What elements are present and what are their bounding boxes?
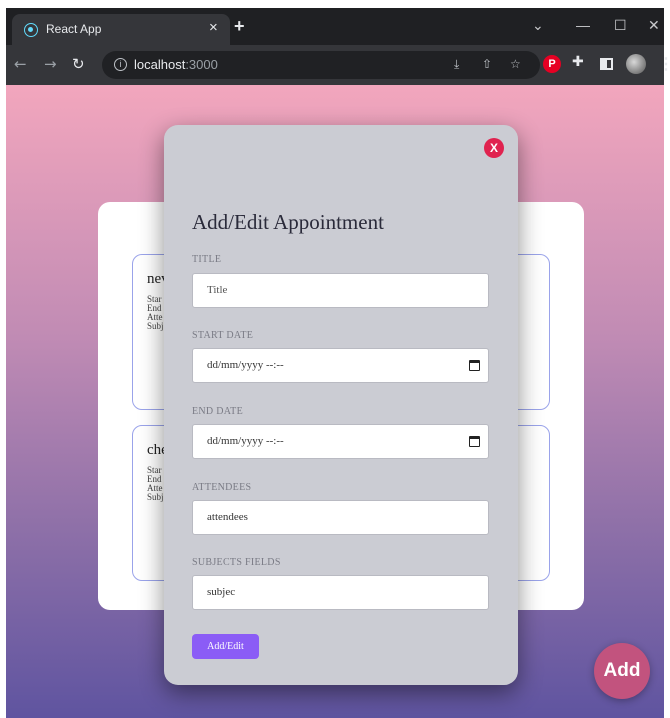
browser-tab-bar: React App × + ⌄ — ☐ ✕ bbox=[6, 8, 664, 45]
maximize-icon[interactable]: ☐ bbox=[614, 17, 627, 34]
extensions-puzzle-icon[interactable]: ✚ bbox=[572, 54, 590, 72]
back-arrow-icon[interactable]: ← bbox=[14, 55, 27, 73]
share-icon[interactable]: ⇧ bbox=[482, 57, 492, 71]
attendees-label: ATTENDEES bbox=[192, 482, 252, 493]
tab-search-icon[interactable]: ⌄ bbox=[532, 17, 544, 34]
tab-title: React App bbox=[46, 22, 102, 36]
appointment-details: Star End Atte Subj bbox=[147, 465, 164, 502]
forward-arrow-icon[interactable]: → bbox=[44, 55, 57, 73]
attendees-input[interactable]: attendees bbox=[192, 500, 489, 535]
minimize-icon[interactable]: — bbox=[576, 17, 590, 33]
appointment-details: Star End Atte Subj bbox=[147, 294, 164, 331]
end-date-value: dd/mm/yyyy --:-- bbox=[207, 435, 284, 447]
start-date-label: START DATE bbox=[192, 330, 254, 341]
subjects-input[interactable]: subjec bbox=[192, 575, 489, 610]
install-app-icon[interactable]: ⤓ bbox=[454, 57, 459, 72]
browser-toolbar: ← → ↻ i localhost:3000 ⤓ ⇧ ☆ P ✚ ⋮ bbox=[6, 45, 670, 85]
new-tab-icon[interactable]: + bbox=[234, 16, 245, 37]
calendar-icon[interactable] bbox=[469, 360, 480, 371]
add-appointment-button[interactable]: Add bbox=[594, 643, 650, 699]
close-modal-button[interactable]: X bbox=[484, 138, 504, 158]
browser-tab[interactable]: React App × bbox=[12, 14, 230, 45]
start-date-input[interactable]: dd/mm/yyyy --:-- bbox=[192, 348, 489, 383]
page-viewport: nev Star End Atte Subj che Star End Atte… bbox=[6, 85, 664, 718]
tab-close-icon[interactable]: × bbox=[209, 19, 218, 36]
subjects-label: SUBJECTS FIELDS bbox=[192, 557, 281, 568]
add-edit-button[interactable]: Add/Edit bbox=[192, 634, 259, 659]
site-info-icon[interactable]: i bbox=[114, 58, 127, 71]
side-panel-icon[interactable] bbox=[600, 58, 613, 70]
address-bar[interactable]: i localhost:3000 ⤓ ⇧ ☆ bbox=[102, 51, 540, 79]
bookmark-star-icon[interactable]: ☆ bbox=[510, 57, 521, 71]
react-logo-icon bbox=[24, 23, 38, 37]
appointment-modal: X Add/Edit Appointment TITLE Title START… bbox=[164, 125, 518, 685]
title-input[interactable]: Title bbox=[192, 273, 489, 308]
window-close-icon[interactable]: ✕ bbox=[648, 17, 660, 34]
reload-icon[interactable]: ↻ bbox=[72, 55, 85, 73]
menu-kebab-icon[interactable]: ⋮ bbox=[658, 54, 670, 74]
url-text: localhost:3000 bbox=[134, 57, 218, 72]
end-date-input[interactable]: dd/mm/yyyy --:-- bbox=[192, 424, 489, 459]
calendar-icon[interactable] bbox=[469, 436, 480, 447]
start-date-value: dd/mm/yyyy --:-- bbox=[207, 359, 284, 371]
title-label: TITLE bbox=[192, 254, 222, 265]
pinterest-extension-icon[interactable]: P bbox=[543, 55, 561, 73]
modal-title: Add/Edit Appointment bbox=[192, 210, 384, 234]
profile-avatar[interactable] bbox=[626, 54, 646, 74]
end-date-label: END DATE bbox=[192, 406, 244, 417]
